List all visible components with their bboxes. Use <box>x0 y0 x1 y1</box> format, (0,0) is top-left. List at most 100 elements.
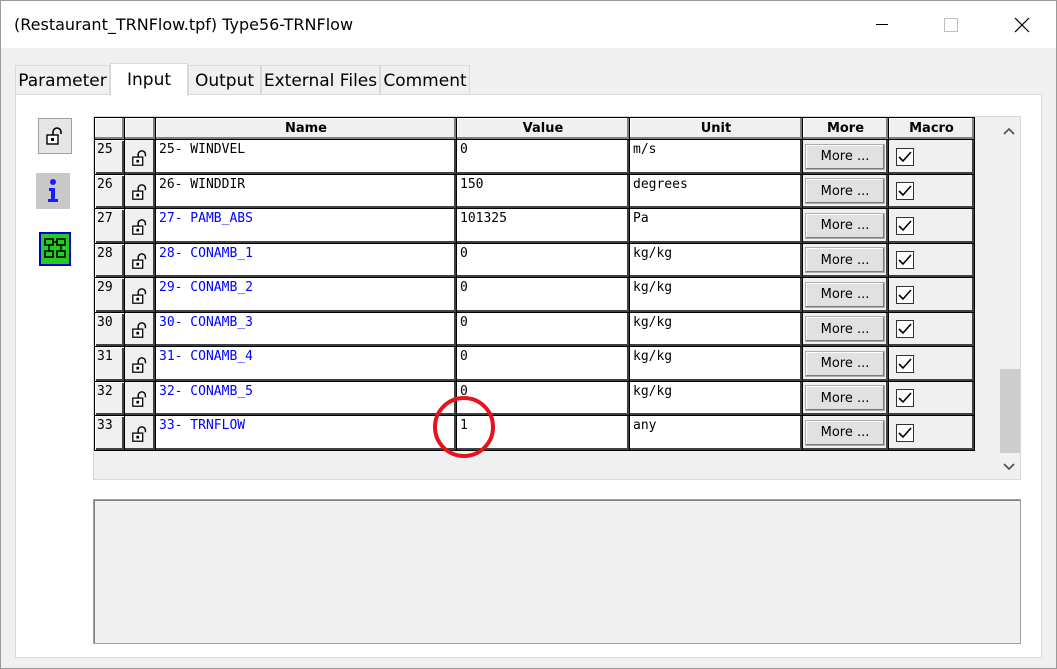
row-value-cell[interactable]: 0 <box>456 242 630 278</box>
header-macro[interactable]: Macro <box>888 117 975 140</box>
minimize-button[interactable] <box>859 1 905 48</box>
row-unit-cell[interactable]: kg/kg <box>629 380 803 416</box>
row-more-cell: More ... <box>802 380 889 416</box>
row-unit-cell[interactable]: kg/kg <box>629 311 803 347</box>
macro-checkbox[interactable] <box>896 216 914 235</box>
row-number[interactable]: 28 <box>94 242 125 278</box>
row-unit-cell[interactable]: Pa <box>629 208 803 244</box>
input-table: Name Value Unit More Macro 25 25- WINDVEL… <box>94 117 975 451</box>
macro-checkbox[interactable] <box>896 389 914 408</box>
more-button[interactable]: More ... <box>805 316 885 343</box>
title-bar: (Restaurant_TRNFlow.tpf) Type56-TRNFlow <box>1 1 1056 48</box>
header-more[interactable]: More <box>802 117 889 140</box>
more-button[interactable]: More ... <box>805 385 885 412</box>
scroll-up-button[interactable] <box>998 121 1020 141</box>
row-more-cell: More ... <box>802 173 889 209</box>
row-macro-cell <box>888 380 975 416</box>
tab-input[interactable]: Input <box>110 63 188 96</box>
row-lock-cell[interactable] <box>124 208 156 244</box>
row-lock-cell[interactable] <box>124 277 156 313</box>
row-name-cell: 28- CONAMB_1 <box>155 242 457 278</box>
more-button[interactable]: More ... <box>805 143 885 170</box>
row-value-cell[interactable]: 1 <box>456 415 630 451</box>
lock-icon <box>132 253 147 269</box>
more-button[interactable]: More ... <box>805 350 885 377</box>
table-row: 30 30- CONAMB_3 0 kg/kg More ... <box>94 311 975 347</box>
row-number[interactable]: 32 <box>94 380 125 416</box>
more-button[interactable]: More ... <box>805 247 885 274</box>
row-number[interactable]: 27 <box>94 208 125 244</box>
row-name-cell: 32- CONAMB_5 <box>155 380 457 416</box>
input-tab-panel: Name Value Unit More Macro 25 25- WINDVEL… <box>15 94 1042 658</box>
row-unit-cell[interactable]: degrees <box>629 173 803 209</box>
row-value-cell[interactable]: 0 <box>456 346 630 382</box>
vertical-scrollbar[interactable] <box>998 117 1020 479</box>
grid-view-button[interactable] <box>38 231 72 267</box>
tab-comment[interactable]: Comment <box>380 65 470 95</box>
header-name[interactable]: Name <box>155 117 457 140</box>
checkmark-icon <box>898 427 912 438</box>
header-value[interactable]: Value <box>456 117 630 140</box>
row-lock-cell[interactable] <box>124 311 156 347</box>
macro-checkbox[interactable] <box>896 354 914 373</box>
header-rownum <box>94 117 125 140</box>
row-macro-cell <box>888 242 975 278</box>
lock-icon <box>132 425 147 442</box>
tab-output[interactable]: Output <box>188 65 261 95</box>
macro-checkbox[interactable] <box>896 285 914 304</box>
row-value-cell[interactable]: 0 <box>456 277 630 313</box>
row-lock-cell[interactable] <box>124 242 156 278</box>
row-unit-cell[interactable]: m/s <box>629 139 803 175</box>
table-row: 32 32- CONAMB_5 0 kg/kg More ... <box>94 380 975 416</box>
macro-checkbox[interactable] <box>896 320 914 339</box>
row-number[interactable]: 31 <box>94 346 125 382</box>
table-row: 28 28- CONAMB_1 0 kg/kg More ... <box>94 242 975 278</box>
info-button[interactable] <box>36 173 70 209</box>
checkmark-icon <box>898 220 912 231</box>
row-macro-cell <box>888 208 975 244</box>
close-button[interactable] <box>999 1 1045 48</box>
more-button[interactable]: More ... <box>805 212 885 239</box>
row-unit-cell[interactable]: kg/kg <box>629 346 803 382</box>
maximize-button[interactable] <box>928 1 974 48</box>
tab-parameter[interactable]: Parameter <box>15 65 110 95</box>
tab-external-files[interactable]: External Files <box>261 65 380 95</box>
row-number[interactable]: 25 <box>94 139 125 175</box>
row-unit-cell[interactable]: kg/kg <box>629 242 803 278</box>
row-value-cell[interactable]: 150 <box>456 173 630 209</box>
row-number[interactable]: 26 <box>94 173 125 209</box>
row-value-cell[interactable]: 0 <box>456 139 630 175</box>
scrollbar-thumb[interactable] <box>1000 369 1020 453</box>
row-number[interactable]: 33 <box>94 415 125 451</box>
row-lock-cell[interactable] <box>124 415 156 451</box>
row-macro-cell <box>888 139 975 175</box>
row-lock-cell[interactable] <box>124 380 156 416</box>
macro-checkbox[interactable] <box>896 251 914 270</box>
row-number[interactable]: 30 <box>94 311 125 347</box>
lock-icon <box>132 184 147 200</box>
checkmark-icon <box>898 289 912 300</box>
row-lock-cell[interactable] <box>124 173 156 209</box>
macro-checkbox[interactable] <box>896 182 914 201</box>
row-lock-cell[interactable] <box>124 139 156 175</box>
more-button[interactable]: More ... <box>805 178 885 205</box>
row-macro-cell <box>888 311 975 347</box>
row-value-cell[interactable]: 0 <box>456 380 630 416</box>
row-unit-cell[interactable]: any <box>629 415 803 451</box>
row-value-cell[interactable]: 101325 <box>456 208 630 244</box>
more-button[interactable]: More ... <box>805 419 885 446</box>
header-unit[interactable]: Unit <box>629 117 803 140</box>
more-button[interactable]: More ... <box>805 281 885 308</box>
row-macro-cell <box>888 277 975 313</box>
window-title: (Restaurant_TRNFlow.tpf) Type56-TRNFlow <box>14 15 354 34</box>
row-lock-cell[interactable] <box>124 346 156 382</box>
row-value-cell[interactable]: 0 <box>456 311 630 347</box>
info-icon <box>48 179 58 202</box>
row-unit-cell[interactable]: kg/kg <box>629 277 803 313</box>
lock-toggle-button[interactable] <box>38 118 72 154</box>
row-number[interactable]: 29 <box>94 277 125 313</box>
scroll-down-button[interactable] <box>998 457 1020 477</box>
table-row: 29 29- CONAMB_2 0 kg/kg More ... <box>94 277 975 313</box>
macro-checkbox[interactable] <box>896 423 914 442</box>
macro-checkbox[interactable] <box>896 147 914 166</box>
